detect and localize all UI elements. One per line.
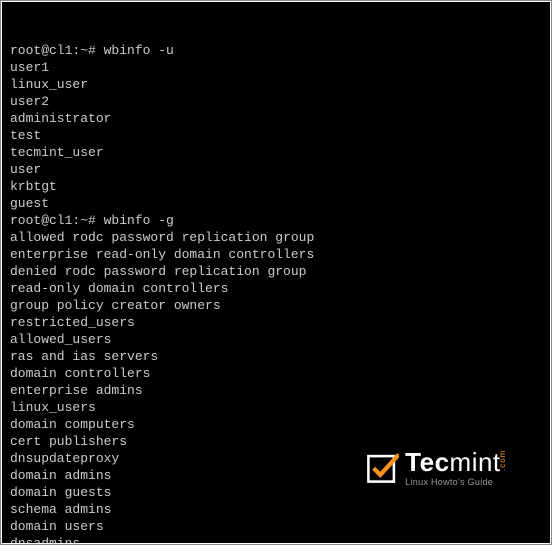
output-line: ras and ias servers — [10, 348, 542, 365]
output-line: test — [10, 127, 542, 144]
output-line: administrator — [10, 110, 542, 127]
command-line: root@cl1:~# wbinfo -u — [10, 42, 542, 59]
output-line: dnsadmins — [10, 535, 542, 543]
output-line: guest — [10, 195, 542, 212]
logo-brand: Tecmint .com — [405, 449, 528, 475]
output-line: linux_users — [10, 399, 542, 416]
logo-suffix: mint — [450, 449, 501, 475]
output-line: domain controllers — [10, 365, 542, 382]
output-line: user1 — [10, 59, 542, 76]
output-line: enterprise read-only domain controllers — [10, 246, 542, 263]
output-line: linux_user — [10, 76, 542, 93]
output-line: denied rodc password replication group — [10, 263, 542, 280]
output-line: allowed_users — [10, 331, 542, 348]
output-line: read-only domain controllers — [10, 280, 542, 297]
logo-prefix: Tec — [405, 449, 449, 475]
output-line: group policy creator owners — [10, 297, 542, 314]
output-line: domain users — [10, 518, 542, 535]
output-line: schema admins — [10, 501, 542, 518]
logo-text-block: Tecmint .com Linux Howto's Guide — [405, 449, 528, 487]
checkbox-icon — [365, 451, 399, 485]
tecmint-logo: Tecmint .com Linux Howto's Guide — [365, 449, 528, 487]
output-line: krbtgt — [10, 178, 542, 195]
output-line: restricted_users — [10, 314, 542, 331]
command-line: root@cl1:~# wbinfo -g — [10, 212, 542, 229]
logo-tagline: Linux Howto's Guide — [405, 478, 528, 487]
output-line: tecmint_user — [10, 144, 542, 161]
output-line: allowed rodc password replication group — [10, 229, 542, 246]
output-line: user2 — [10, 93, 542, 110]
terminal-window[interactable]: root@cl1:~# wbinfo -uuser1linux_useruser… — [2, 2, 550, 543]
output-line: enterprise admins — [10, 382, 542, 399]
logo-com: .com — [499, 450, 507, 471]
output-line: user — [10, 161, 542, 178]
output-line: domain computers — [10, 416, 542, 433]
